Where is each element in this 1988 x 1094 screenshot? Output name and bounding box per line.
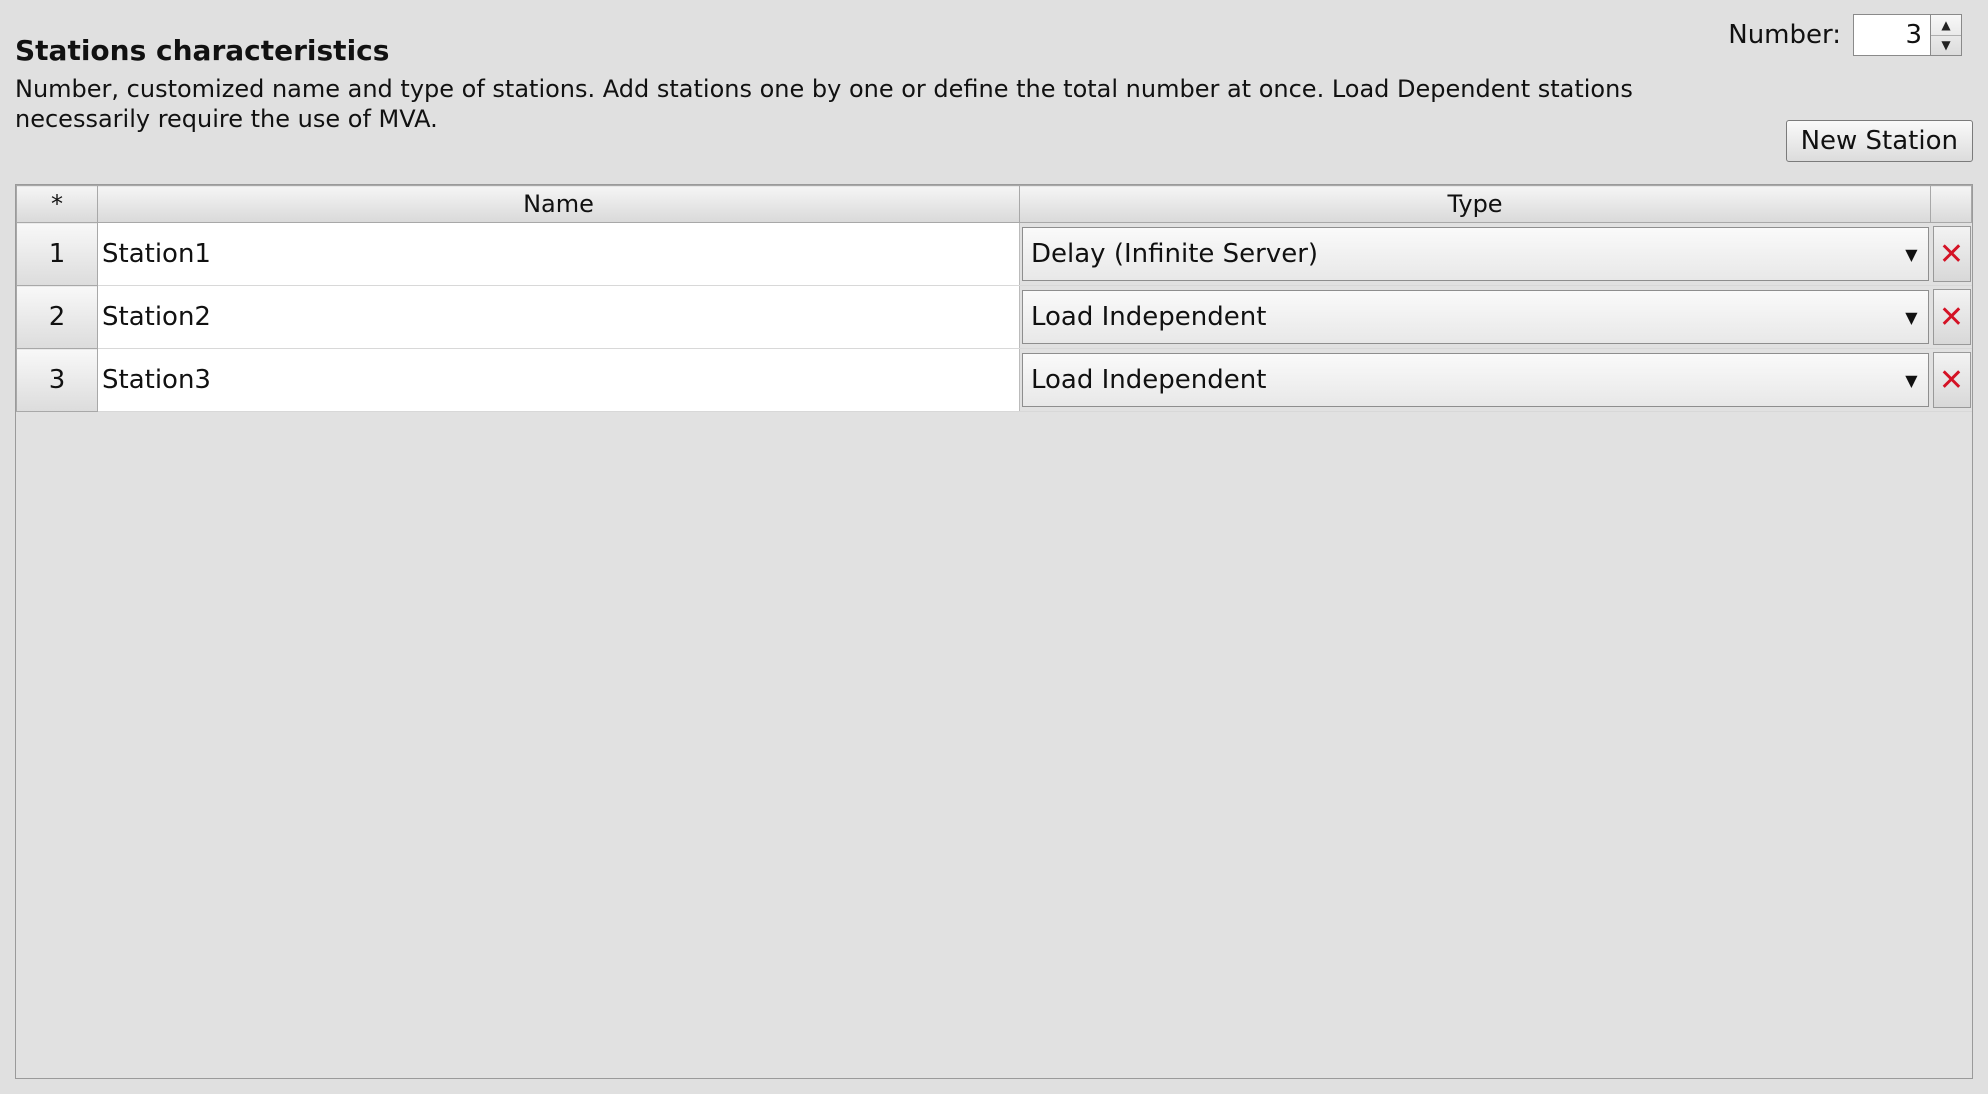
row-number: 3 <box>16 348 98 412</box>
number-control: Number: 3 ▲ ▼ <box>1728 14 1962 56</box>
delete-station-button[interactable]: ✕ <box>1932 226 1971 282</box>
stations-panel: Stations characteristics Number, customi… <box>0 0 1988 1094</box>
station-type-dropdown[interactable]: Load Independent ▼ <box>1022 353 1929 407</box>
number-input[interactable]: 3 <box>1854 15 1931 55</box>
table-row: 3 Station3 Load Independent ▼ ✕ <box>16 348 1972 412</box>
station-type-value: Delay (Infinite Server) <box>1031 239 1319 269</box>
page-title: Stations characteristics <box>15 34 390 67</box>
new-station-button[interactable]: New Station <box>1785 120 1973 162</box>
spinner-buttons: ▲ ▼ <box>1931 15 1961 55</box>
number-label: Number: <box>1728 20 1841 50</box>
station-type-value: Load Independent <box>1031 302 1267 332</box>
station-type-dropdown[interactable]: Delay (Infinite Server) ▼ <box>1022 227 1929 281</box>
number-spinner[interactable]: 3 ▲ ▼ <box>1853 14 1962 56</box>
station-name-cell[interactable]: Station3 <box>97 348 1020 412</box>
chevron-down-icon: ▼ <box>1905 244 1918 264</box>
table-row: 2 Station2 Load Independent ▼ ✕ <box>16 285 1972 349</box>
delete-cell: ✕ <box>1930 222 1972 286</box>
header-delete <box>1930 185 1972 223</box>
delete-cell: ✕ <box>1930 285 1972 349</box>
station-type-value: Load Independent <box>1031 365 1267 395</box>
delete-cell: ✕ <box>1930 348 1972 412</box>
chevron-up-icon: ▲ <box>1941 17 1951 32</box>
close-icon: ✕ <box>1938 299 1965 335</box>
header-index[interactable]: * <box>16 185 98 223</box>
station-name-cell[interactable]: Station2 <box>97 285 1020 349</box>
stations-table: * Name Type 1 Station1 Delay (Infinite S… <box>16 185 1972 412</box>
chevron-down-icon: ▼ <box>1905 307 1918 327</box>
header-type[interactable]: Type <box>1019 185 1931 223</box>
close-icon: ✕ <box>1938 362 1965 398</box>
row-number: 2 <box>16 285 98 349</box>
table-row: 1 Station1 Delay (Infinite Server) ▼ ✕ <box>16 222 1972 286</box>
station-type-cell: Load Independent ▼ <box>1019 285 1931 349</box>
station-type-cell: Load Independent ▼ <box>1019 348 1931 412</box>
station-type-dropdown[interactable]: Load Independent ▼ <box>1022 290 1929 344</box>
stations-table-container: * Name Type 1 Station1 Delay (Infinite S… <box>15 184 1973 1079</box>
station-type-cell: Delay (Infinite Server) ▼ <box>1019 222 1931 286</box>
delete-station-button[interactable]: ✕ <box>1932 352 1971 408</box>
chevron-down-icon: ▼ <box>1941 38 1951 53</box>
header-name[interactable]: Name <box>97 185 1020 223</box>
spinner-down-button[interactable]: ▼ <box>1931 36 1961 56</box>
table-header-row: * Name Type <box>16 185 1972 223</box>
page-description: Number, customized name and type of stat… <box>15 75 1633 133</box>
row-number: 1 <box>16 222 98 286</box>
close-icon: ✕ <box>1938 236 1965 272</box>
spinner-up-button[interactable]: ▲ <box>1931 15 1961 36</box>
station-name-cell[interactable]: Station1 <box>97 222 1020 286</box>
header: Stations characteristics Number, customi… <box>15 34 1635 134</box>
delete-station-button[interactable]: ✕ <box>1932 289 1971 345</box>
chevron-down-icon: ▼ <box>1905 370 1918 390</box>
